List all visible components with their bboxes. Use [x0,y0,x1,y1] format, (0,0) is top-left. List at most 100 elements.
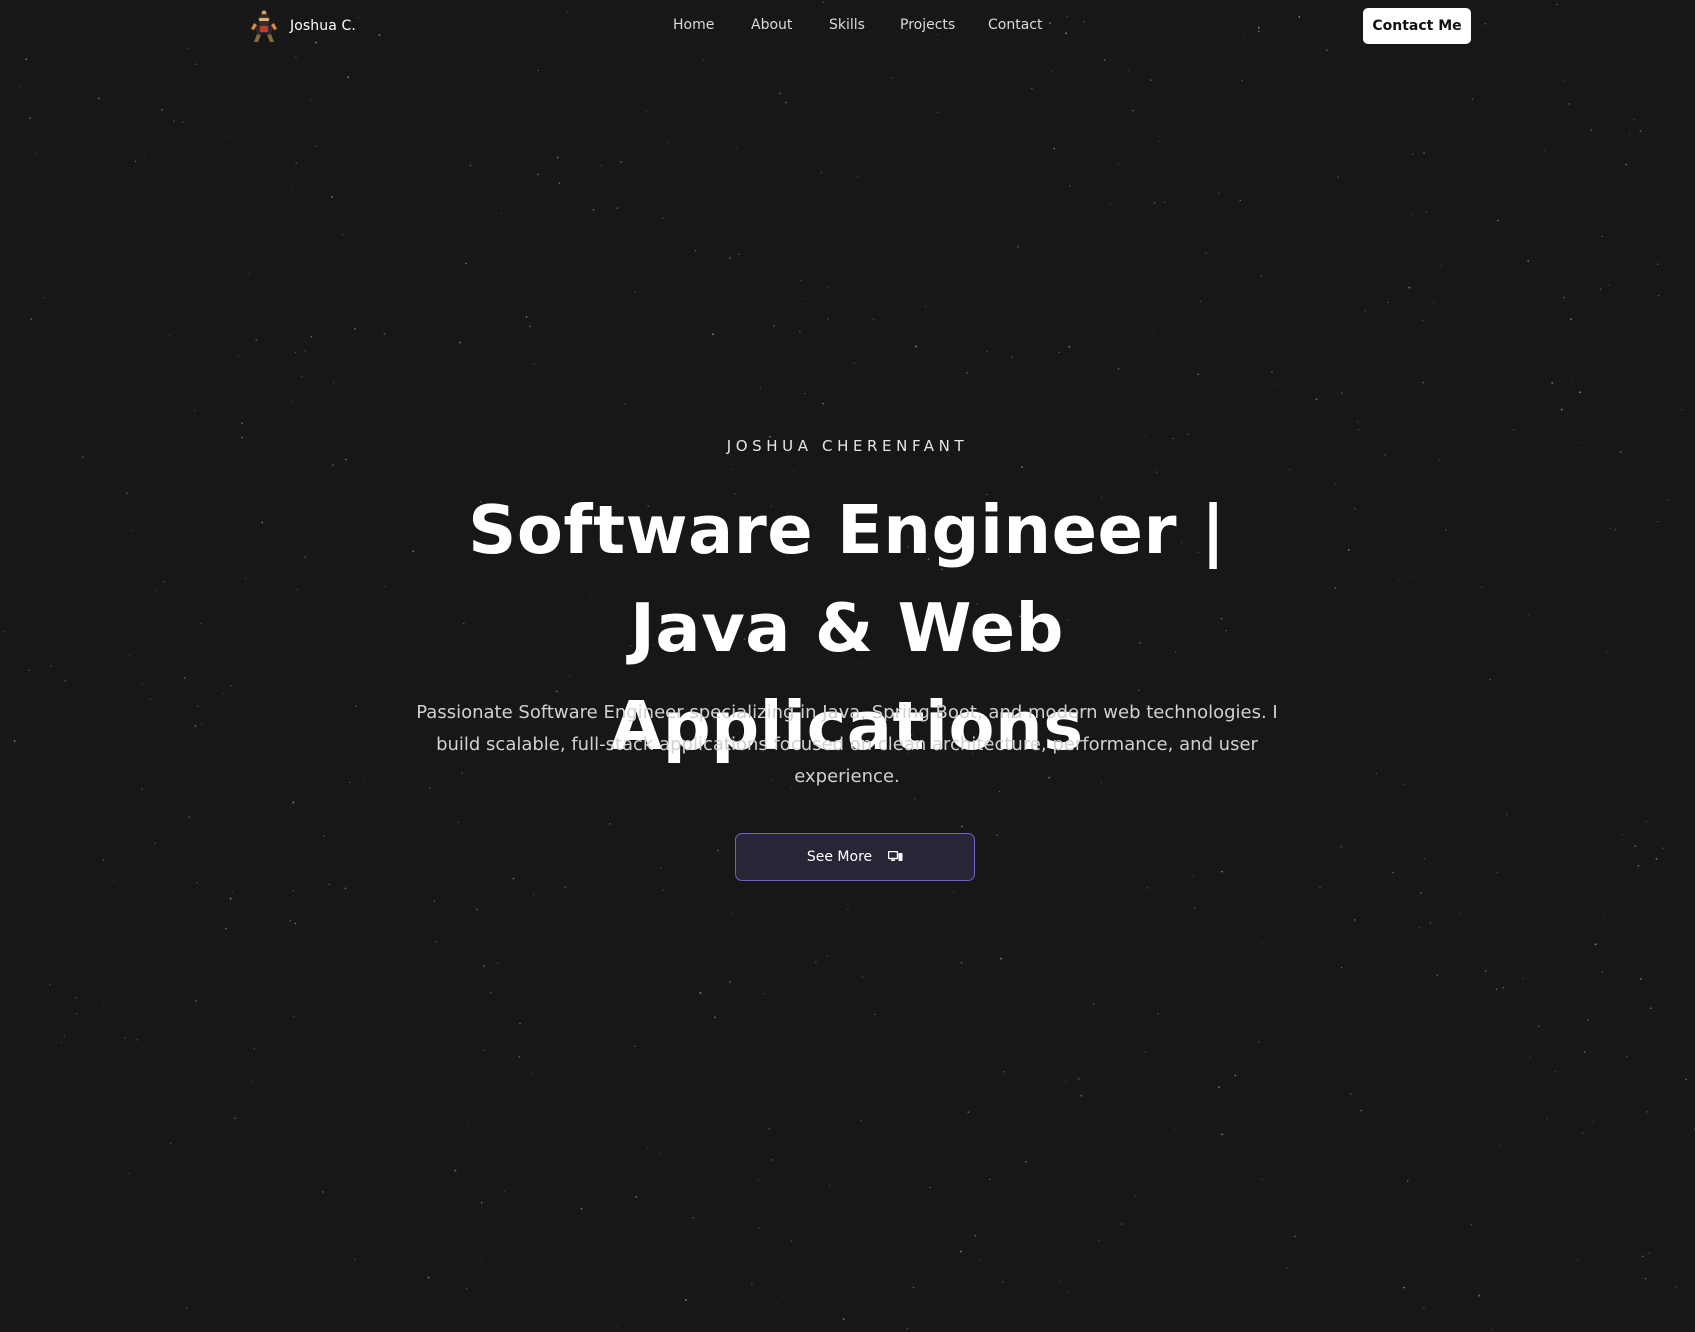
star [469,164,472,167]
star [1633,119,1635,121]
star [20,86,22,88]
star [310,336,313,338]
star [245,577,247,579]
star [1051,70,1053,72]
star [725,823,727,825]
star [169,1142,172,1145]
star [531,1073,533,1074]
star [1003,1070,1005,1073]
star [331,464,334,467]
star [1608,284,1610,286]
star [580,1207,583,1210]
star [762,993,765,995]
nav-link-about[interactable]: About [751,17,792,33]
see-more-button[interactable]: See More [735,833,975,881]
star [292,801,295,804]
star [248,272,250,274]
contact-me-button[interactable]: Contact Me [1363,8,1471,44]
star [261,521,264,524]
star [1578,391,1581,394]
star [1271,370,1273,373]
star [625,1148,627,1150]
star [1440,264,1442,266]
star [244,349,246,351]
star [1225,51,1227,53]
star [1286,1266,1288,1269]
star [155,589,157,591]
nav-link-skills[interactable]: Skills [829,17,865,33]
star [729,256,731,259]
star [195,1000,197,1002]
star [860,1119,862,1122]
star [1667,499,1669,501]
star [533,363,535,365]
star [711,333,714,336]
nav-link-contact[interactable]: Contact [988,17,1042,33]
star [433,900,436,903]
star [241,422,244,425]
star [820,172,823,174]
star [662,889,664,891]
star [207,865,209,867]
star [1218,192,1220,194]
star [1646,1111,1649,1113]
star [301,376,303,378]
star [1537,1025,1540,1028]
star [1490,1329,1492,1331]
star [364,777,366,779]
star [1544,149,1546,151]
star [768,1128,770,1130]
star [1341,966,1343,969]
star [1173,1129,1175,1131]
star [1413,576,1415,578]
star [35,151,37,154]
star [537,173,540,176]
star [222,693,224,695]
star [49,984,51,986]
star [1021,466,1023,468]
star [1120,1223,1123,1225]
star [466,1125,468,1127]
nav-link-projects[interactable]: Projects [900,17,955,33]
star [342,233,344,236]
star [757,1179,759,1181]
star [141,787,144,790]
star [1656,263,1659,266]
star [500,212,502,215]
star [1192,875,1194,877]
star [1397,579,1399,581]
star [815,961,817,963]
star [1340,392,1343,395]
star [1403,783,1406,786]
star [967,1111,970,1113]
star [1067,1291,1069,1293]
star [738,253,740,256]
star [773,324,776,327]
star [490,1301,492,1303]
star [1257,1041,1260,1044]
star [215,893,217,895]
star [126,492,128,495]
nav-link-home[interactable]: Home [673,17,714,33]
star [1581,1132,1584,1134]
star [1261,943,1263,945]
star [1572,380,1574,382]
star [896,458,898,460]
star [1098,1239,1100,1242]
star [1276,385,1278,387]
star [1318,248,1320,250]
star [805,297,807,300]
star [1187,433,1189,435]
star [1423,152,1426,154]
star [986,350,989,352]
star [1499,1145,1501,1147]
star [102,1002,104,1004]
star [906,1327,909,1330]
star [1288,468,1291,471]
star [43,297,45,299]
star [616,207,619,209]
star [784,101,787,104]
star [480,1201,483,1204]
star [694,249,697,252]
star [322,1191,324,1193]
